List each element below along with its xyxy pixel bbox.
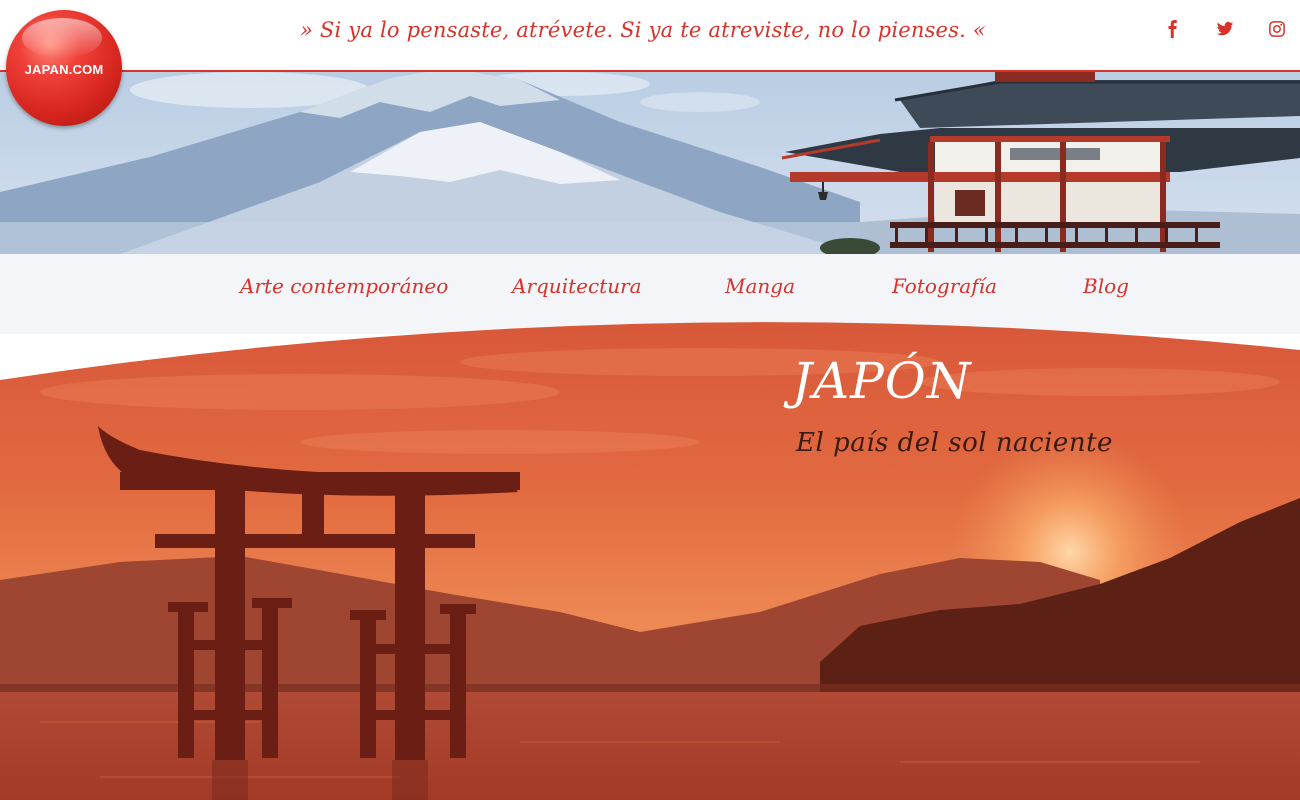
nav-item-manga[interactable]: Manga — [725, 274, 795, 298]
hero-subtitle: El país del sol naciente — [796, 428, 1113, 458]
banner-illustration — [0, 72, 1300, 254]
tagline: » Si ya lo pensaste, atrévete. Si ya te … — [300, 18, 986, 42]
hero-sunset-torii: JAPÓN El país del sol naciente — [0, 322, 1300, 800]
nav-item-fotografia[interactable]: Fotografía — [892, 274, 997, 298]
twitter-icon[interactable] — [1214, 18, 1236, 40]
logo[interactable]: JAPAN.COM — [6, 10, 122, 126]
top-bar: » Si ya lo pensaste, atrévete. Si ya te … — [0, 0, 1300, 72]
logo-text: JAPAN.COM — [24, 62, 104, 77]
nav-item-arquitectura[interactable]: Arquitectura — [512, 274, 642, 298]
social-links — [1162, 18, 1288, 40]
facebook-icon[interactable] — [1162, 18, 1184, 40]
hero-title: JAPÓN — [792, 352, 972, 410]
nav-item-blog[interactable]: Blog — [1083, 274, 1129, 298]
banner-mountain-pagoda — [0, 72, 1300, 254]
hero-illustration — [0, 322, 1300, 800]
instagram-icon[interactable] — [1266, 18, 1288, 40]
nav-item-arte-contemporaneo[interactable]: Arte contemporáneo — [240, 274, 448, 298]
